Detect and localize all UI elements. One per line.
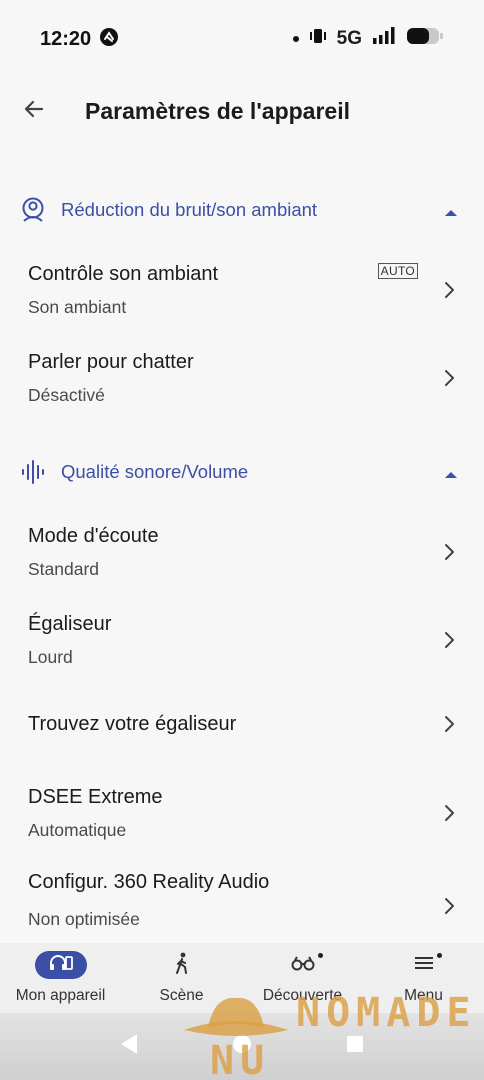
network-type: 5G — [336, 28, 362, 49]
nav-tab-my-device[interactable]: Mon appareil — [0, 943, 121, 1013]
row-360-reality-audio[interactable]: Configur. 360 Reality Audio Non optimisé… — [0, 861, 484, 943]
system-back-icon[interactable] — [119, 1033, 139, 1060]
nav-label: Scène — [159, 987, 204, 1004]
system-navigation-bar — [0, 1013, 484, 1080]
row-find-your-equalizer[interactable]: Trouvez votre égaliseur — [0, 698, 484, 750]
chevron-right-icon — [432, 622, 468, 658]
auto-badge: AUTO — [377, 263, 418, 279]
app-header: Paramètres de l'appareil — [0, 80, 484, 142]
system-home-icon[interactable] — [231, 1033, 253, 1060]
row-subtitle: Automatique — [28, 819, 127, 840]
ambient-sound-person-icon — [19, 196, 47, 224]
nav-tab-discovery[interactable]: Découverte — [242, 943, 363, 1013]
back-button[interactable] — [4, 81, 64, 141]
system-recents-icon[interactable] — [345, 1034, 365, 1059]
chevron-right-icon — [432, 360, 468, 396]
collapse-caret-icon[interactable] — [444, 205, 458, 216]
section-label: Réduction du bruit/son ambiant — [61, 199, 318, 220]
nav-label: Menu — [404, 987, 443, 1004]
status-bar: 12:20 5G — [0, 0, 484, 78]
nav-tab-menu[interactable]: Menu — [363, 943, 484, 1013]
row-title: DSEE Extreme — [28, 785, 163, 808]
notification-dot-icon — [436, 953, 442, 958]
battery-icon — [406, 26, 444, 52]
status-time: 12:20 — [40, 27, 92, 50]
notification-dot-icon — [317, 953, 323, 958]
row-title: Mode d'écoute — [28, 524, 159, 547]
chevron-right-icon — [432, 534, 468, 570]
page-title: Paramètres de l'appareil — [85, 97, 350, 124]
row-title: Configur. 360 Reality Audio — [28, 871, 270, 893]
row-subtitle: Lourd — [28, 646, 73, 667]
row-dsee-extreme[interactable]: DSEE Extreme Automatique — [0, 773, 484, 853]
bottom-navigation: Mon appareil Scène Découverte Menu — [0, 943, 484, 1013]
menu-icon — [414, 956, 434, 975]
headphones-device-icon — [49, 954, 73, 977]
chevron-right-icon — [432, 888, 468, 924]
section-label: Qualité sonore/Volume — [61, 461, 249, 482]
section-sound-quality-header[interactable]: Qualité sonore/Volume — [0, 448, 484, 496]
chevron-right-icon — [432, 272, 468, 308]
nav-tab-scene[interactable]: Scène — [121, 943, 242, 1013]
row-title: Égaliseur — [28, 612, 112, 635]
row-speak-to-chat[interactable]: Parler pour chatter Désactivé — [0, 338, 484, 418]
binoculars-icon — [291, 955, 315, 976]
row-equalizer[interactable]: Égaliseur Lourd — [0, 600, 484, 680]
signal-icon — [372, 27, 396, 51]
row-title: Trouvez votre égaliseur — [28, 712, 237, 735]
row-title: Contrôle son ambiant — [28, 262, 219, 285]
notification-dot-icon — [292, 36, 299, 42]
walking-person-icon — [173, 952, 191, 979]
row-listening-mode[interactable]: Mode d'écoute Standard — [0, 512, 484, 592]
nav-label: Découverte — [262, 987, 343, 1004]
nav-label: Mon appareil — [15, 987, 106, 1004]
row-title: Parler pour chatter — [28, 350, 194, 373]
row-subtitle: Son ambiant — [28, 296, 127, 317]
collapse-caret-icon[interactable] — [444, 467, 458, 478]
chevron-right-icon — [432, 706, 468, 742]
back-arrow-icon — [22, 97, 46, 126]
section-noise-reduction-header[interactable]: Réduction du bruit/son ambiant — [0, 186, 484, 234]
chevron-right-icon — [432, 795, 468, 831]
app-notification-icon — [99, 27, 119, 52]
row-subtitle: Désactivé — [28, 384, 105, 405]
vibrate-icon — [309, 27, 327, 51]
row-subtitle: Non optimisée — [28, 909, 140, 929]
row-ambient-sound-control[interactable]: Contrôle son ambiant Son ambiant AUTO — [0, 250, 484, 330]
row-subtitle: Standard — [28, 558, 100, 579]
sound-wave-icon — [19, 458, 47, 486]
